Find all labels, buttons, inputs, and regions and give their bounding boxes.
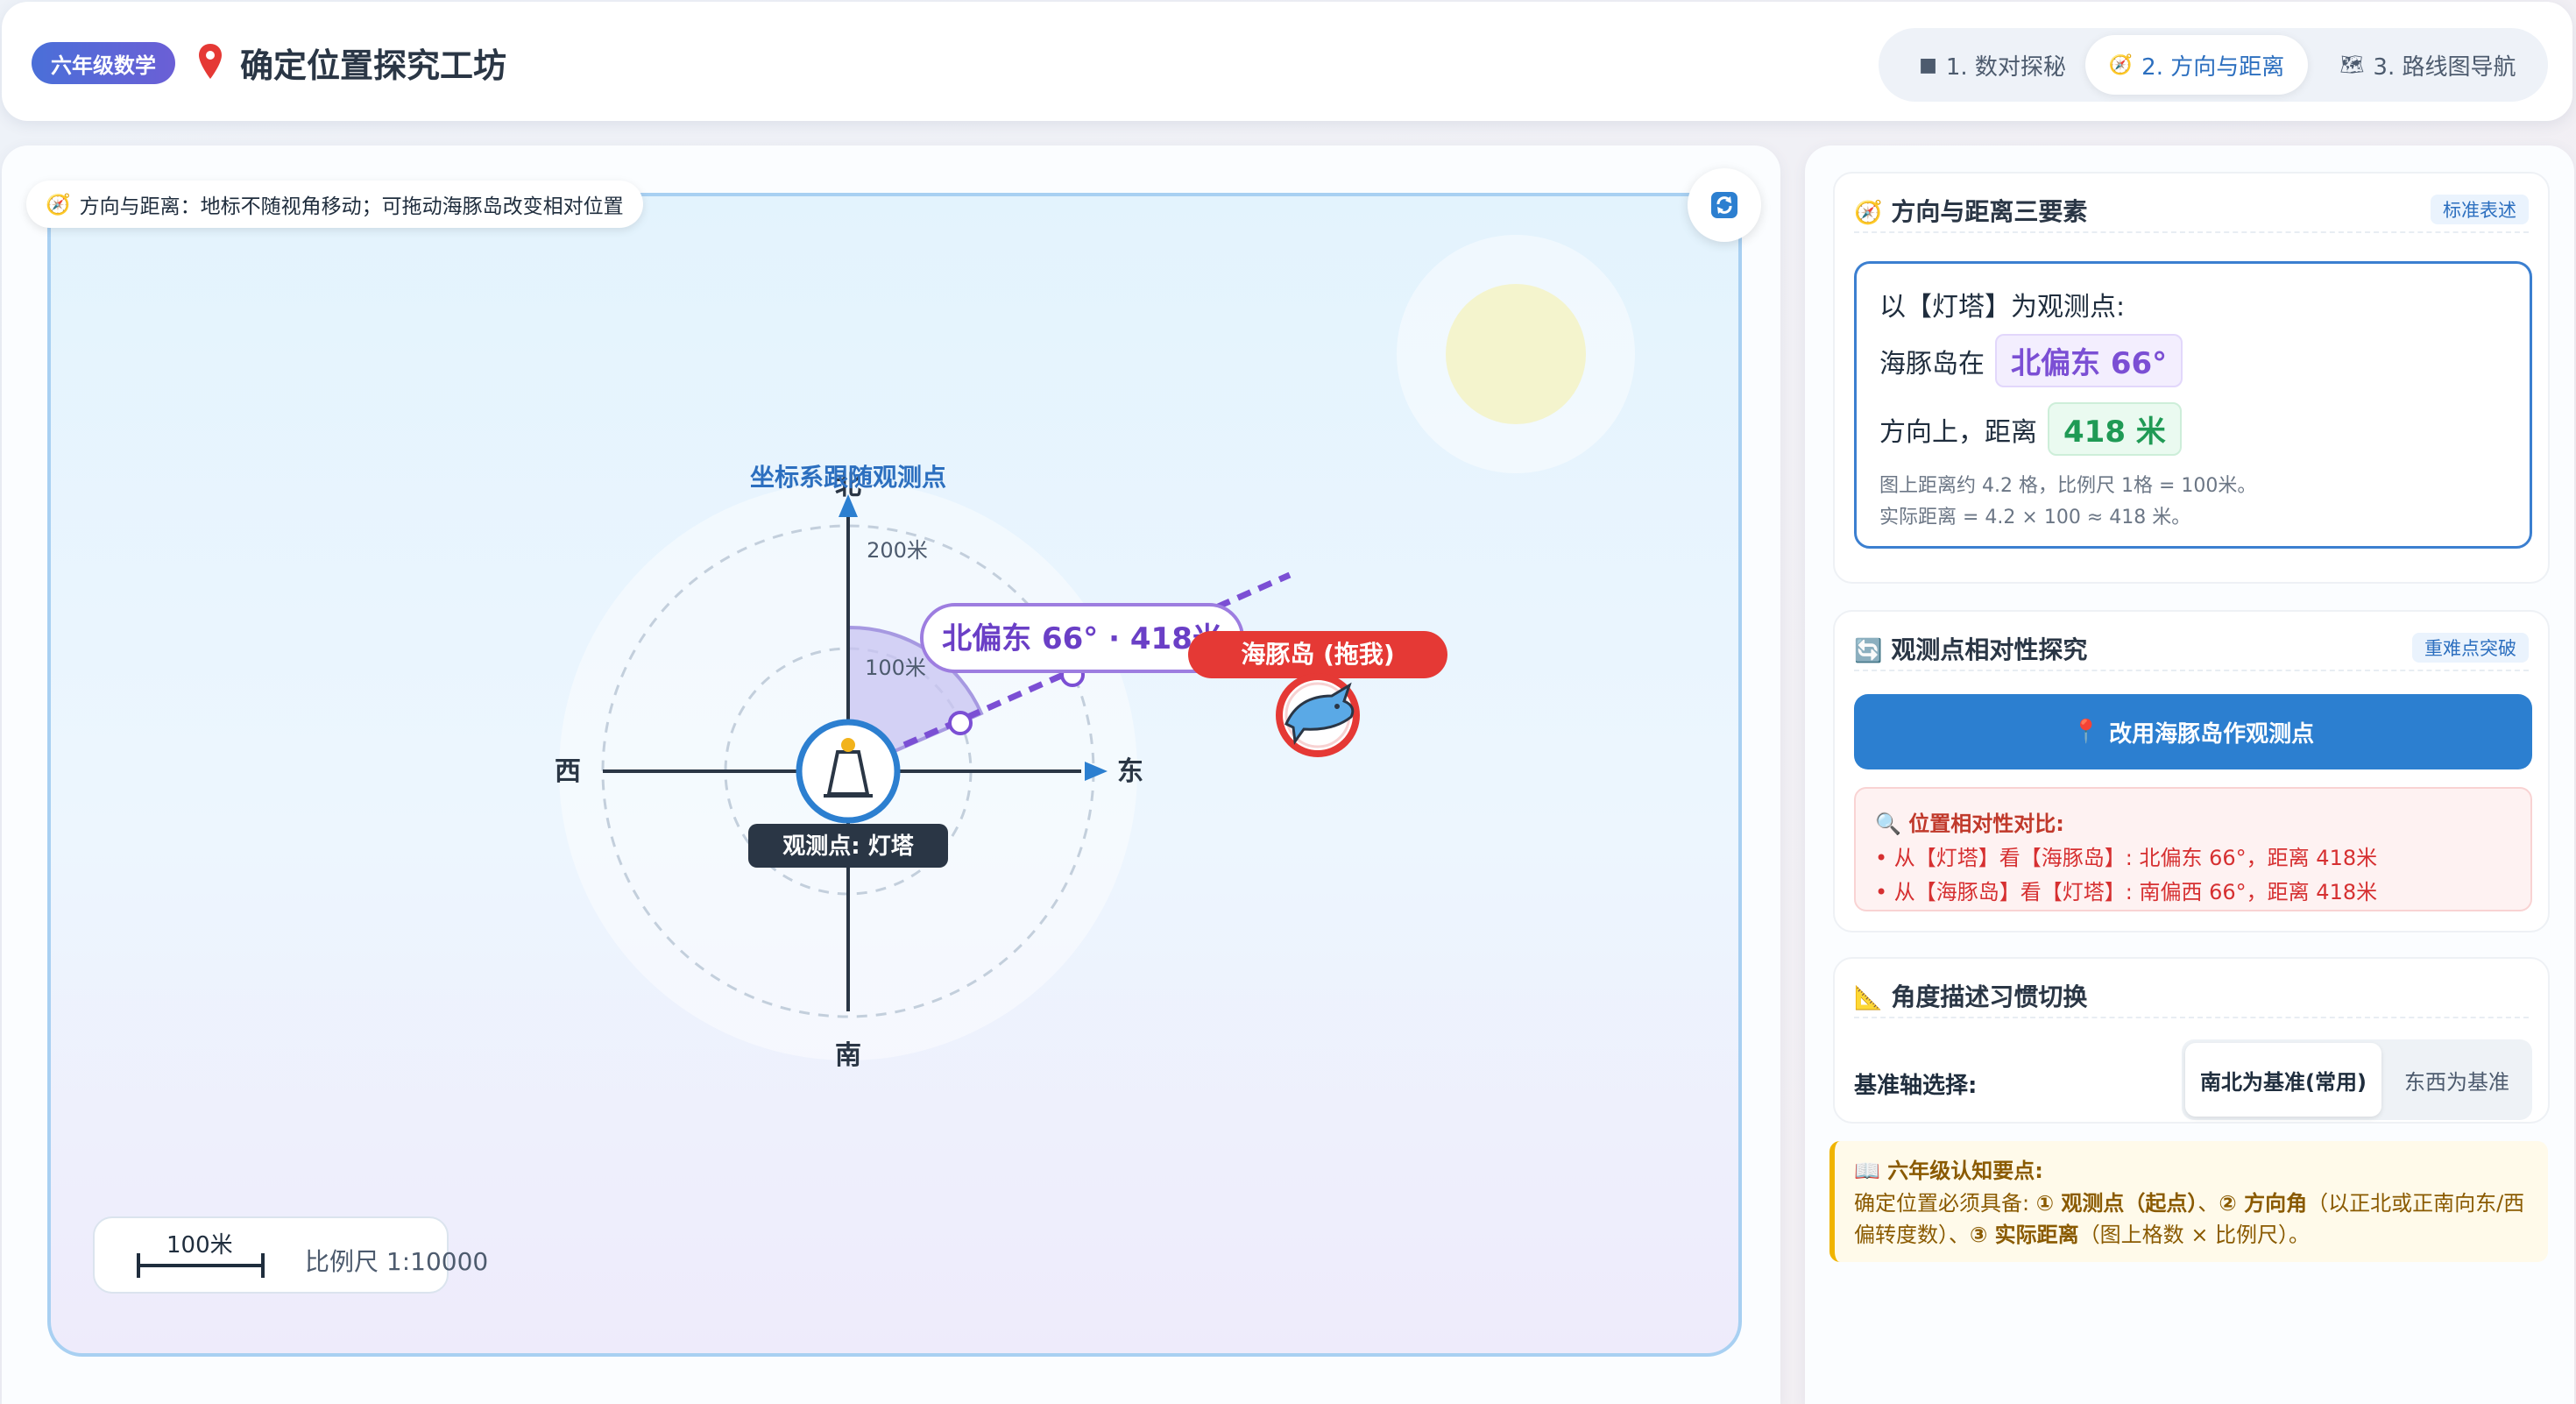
direction-prefix: 海豚岛在 <box>1879 348 1985 379</box>
tips-title: 📖 六年级认知要点: <box>1854 1159 2043 1183</box>
expression-box: 以【灯塔】为观测点: 海豚岛在 北偏东 66° 方向上，距离 418 米 图上距… <box>1854 261 2532 549</box>
map-drawing: 北 南 东 西 坐标系跟随观测点 200米 100米 北偏东 66° · 418… <box>555 235 1635 1071</box>
refresh-view-button[interactable] <box>1688 168 1761 242</box>
inner-ring-marker <box>948 711 973 735</box>
comparison-item: • 从【海豚岛】看【灯塔】: 南偏西 66°，距离 418米 <box>1875 880 2378 904</box>
distance-prefix: 方向上，距离 <box>1879 416 2037 448</box>
scale-legend: 100米 比例尺 1:10000 <box>93 1216 488 1294</box>
hint-pill: 🧭 方向与距离：地标不随视角移动；可拖动海豚岛改变相对位置 <box>26 181 643 228</box>
map-panel: 北 南 东 西 坐标系跟随观测点 200米 100米 北偏东 66° · 418… <box>2 145 1780 1404</box>
target-label: 海豚岛 (拖我) <box>1241 640 1394 669</box>
key-point-tag: 重难点突破 <box>2412 633 2529 663</box>
comparison-title: 🔍 位置相对性对比: <box>1875 812 2064 836</box>
note-line: 实际距离 = 4.2 × 100 ≈ 418 米。 <box>1879 507 2191 528</box>
bearing-label: 北偏东 66° · 418米 <box>942 621 1222 656</box>
east-west-option[interactable]: 东西为基准 <box>2385 1043 2529 1117</box>
angle-habit-card: 📐 角度描述习惯切换 基准轴选择: 南北为基准(常用) 东西为基准 <box>1833 957 2550 1124</box>
compass-icon: 🧭 <box>1854 200 1883 226</box>
sun-icon <box>1446 284 1586 424</box>
card-title: 🔄 观测点相对性探究 <box>1854 635 2088 664</box>
hint-text: 方向与距离：地标不随视角移动；可拖动海豚岛改变相对位置 <box>79 195 624 218</box>
button-label: 改用海豚岛作观测点 <box>2109 720 2315 748</box>
distance-sentence: 方向上，距离 418 米 <box>1879 402 2182 456</box>
tab-label: 2. 方向与距离 <box>2141 53 2285 81</box>
grade-tips: 📖 六年级认知要点: 确定位置必须具备: ① 观测点（起点）、② 方向角（以正北… <box>1829 1141 2548 1262</box>
scale-ratio: 比例尺 1:10000 <box>305 1247 489 1276</box>
tab-label: 1. 数对探秘 <box>1945 53 2066 81</box>
axis-segmented-control: 南北为基准(常用) 东西为基准 <box>2182 1039 2532 1120</box>
scale-bar <box>137 1253 265 1278</box>
axis-select-label: 基准轴选择: <box>1854 1073 1978 1099</box>
three-elements-card: 🧭 方向与距离三要素 标准表述 以【灯塔】为观测点: 海豚岛在 北偏东 66° 方… <box>1833 172 2550 584</box>
refresh-icon <box>1711 192 1737 218</box>
side-panel: 🧭 方向与距离三要素 标准表述 以【灯塔】为观测点: 海豚岛在 北偏东 66° 方… <box>1805 145 2574 1404</box>
tips-body: 确定位置必须具备: ① 观测点（起点）、② 方向角（以正北或正南向东/西偏转度数… <box>1854 1191 2525 1247</box>
map-pin-icon: 📍 <box>2071 719 2101 745</box>
direction-value: 北偏东 66° <box>1995 334 2183 387</box>
top-header: 六年级数学 确定位置探究工坊 ■ 1. 数对探秘 🧭 2. 方向与距离 🗺 3.… <box>2 2 2572 121</box>
tab-coordinate-pairs[interactable]: ■ 1. 数对探秘 <box>1887 35 2098 95</box>
tab-route-navigation[interactable]: 🗺 3. 路线图导航 <box>2317 35 2539 95</box>
direction-sentence: 海豚岛在 北偏东 66° <box>1879 334 2183 387</box>
refresh-icon: 🔄 <box>1854 638 1883 664</box>
magnifier-icon: 🔍 <box>1875 812 1909 836</box>
south-label: 南 <box>835 1040 861 1071</box>
card-header: 🔄 观测点相对性探究 重难点突破 <box>1854 631 2529 671</box>
observer-label: 观测点: 灯塔 <box>782 833 914 860</box>
tab-direction-distance[interactable]: 🧭 2. 方向与距离 <box>2085 35 2308 95</box>
tab-bar: ■ 1. 数对探秘 🧭 2. 方向与距离 🗺 3. 路线图导航 <box>1879 28 2548 102</box>
card-header: 📐 角度描述习惯切换 <box>1854 978 2529 1018</box>
map-icon: 🗺 <box>2339 53 2365 76</box>
app-title: 确定位置探究工坊 <box>240 46 507 85</box>
north-south-option[interactable]: 南北为基准(常用) <box>2185 1043 2381 1117</box>
grade-badge: 六年级数学 <box>32 42 175 84</box>
card-title: 📐 角度描述习惯切换 <box>1854 982 2088 1011</box>
note-line: 图上距离约 4.2 格，比例尺 1格 = 100米。 <box>1879 475 2257 497</box>
east-label: 东 <box>1117 756 1143 787</box>
book-icon: 📖 <box>1854 1159 1888 1183</box>
comparison-box: 🔍 位置相对性对比: • 从【灯塔】看【海豚岛】: 北偏东 66°，距离 418… <box>1854 787 2532 911</box>
calculation-note: 图上距离约 4.2 格，比例尺 1格 = 100米。 实际距离 = 4.2 × … <box>1879 471 2256 534</box>
observer-sentence: 以【灯塔】为观测点: <box>1879 292 2126 323</box>
scale-bar-label: 100米 <box>166 1232 233 1259</box>
axis-caption: 坐标系跟随观测点 <box>750 463 946 492</box>
distance-value: 418 米 <box>2048 402 2182 456</box>
square-icon: ■ <box>1919 53 1937 76</box>
map-pin-icon <box>199 44 222 79</box>
ring-label-200m: 200米 <box>867 538 928 563</box>
compass-icon: 🧭 <box>46 193 71 216</box>
comparison-item: • 从【灯塔】看【海豚岛】: 北偏东 66°，距离 418米 <box>1875 846 2378 870</box>
triangle-ruler-icon: 📐 <box>1854 985 1883 1011</box>
compass-icon: 🧭 <box>2108 53 2134 76</box>
tab-label: 3. 路线图导航 <box>2373 53 2516 81</box>
standard-expression-tag: 标准表述 <box>2431 195 2529 224</box>
ring-label-100m: 100米 <box>865 656 926 680</box>
card-header: 🧭 方向与距离三要素 标准表述 <box>1854 193 2529 233</box>
card-title: 🧭 方向与距离三要素 <box>1854 197 2088 226</box>
west-label: 西 <box>555 756 581 787</box>
switch-observer-button[interactable]: 📍 改用海豚岛作观测点 <box>1854 694 2532 769</box>
relativity-card: 🔄 观测点相对性探究 重难点突破 📍 改用海豚岛作观测点 🔍 位置相对性对比: •… <box>1833 610 2550 932</box>
